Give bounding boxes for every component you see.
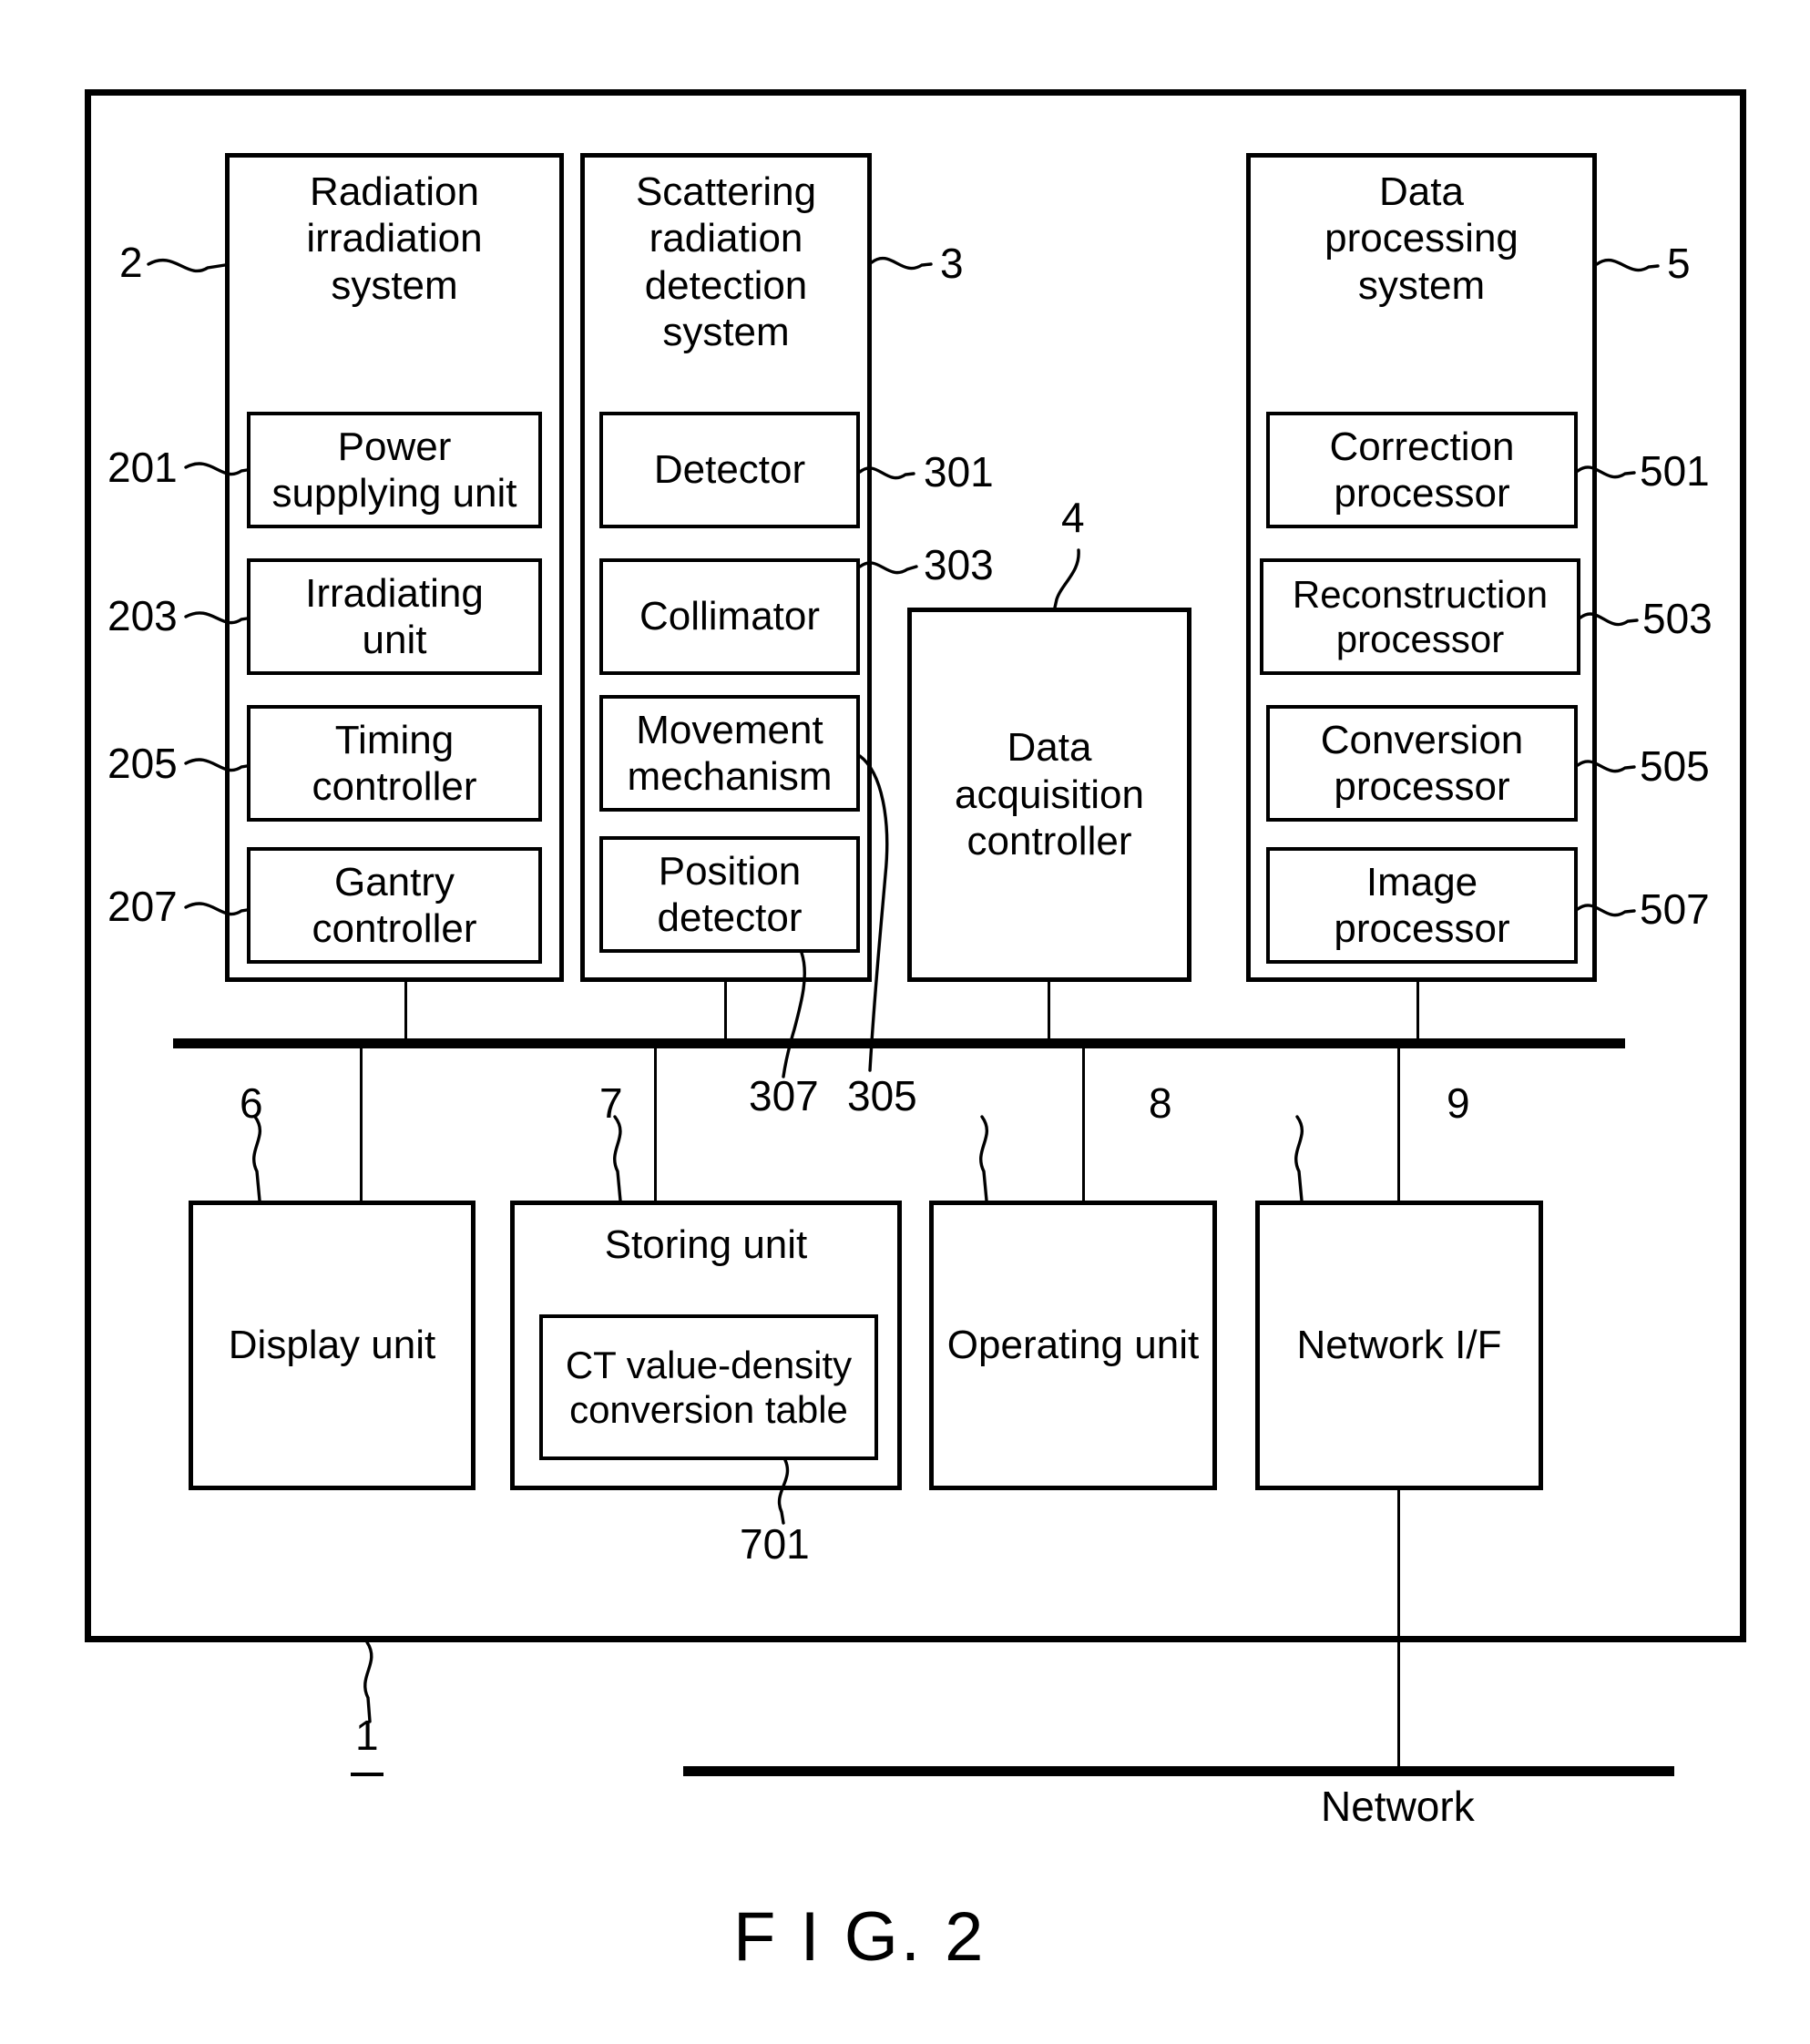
module-reconstruction-processor: Reconstruction processor	[1260, 558, 1580, 675]
figure-caption: F I G. 2	[733, 1898, 987, 1976]
display-unit: Display unit	[189, 1201, 476, 1490]
ref-5: 5	[1667, 240, 1691, 287]
module-correction-processor: Correction processor	[1266, 412, 1578, 528]
ref-201: 201	[107, 444, 178, 491]
module-label: Power supplying unit	[271, 424, 517, 516]
module-collimator: Collimator	[599, 558, 860, 675]
network-label: Network	[1321, 1783, 1475, 1830]
ref-9: 9	[1447, 1079, 1470, 1127]
network-drop-line	[1397, 1490, 1400, 1773]
ref-507: 507	[1640, 885, 1710, 933]
bus-connector-system-2	[404, 982, 407, 1040]
operating-unit: Operating unit	[929, 1201, 1217, 1490]
module-position-detector: Position detector	[599, 836, 860, 953]
module-label: Position detector	[657, 848, 803, 940]
system-bus	[173, 1038, 1625, 1048]
bus-connector-system-3	[724, 982, 727, 1040]
ct-value-density-conversion-table: CT value-density conversion table	[539, 1314, 878, 1460]
ref-501: 501	[1640, 447, 1710, 495]
network-interface: Network I/F	[1255, 1201, 1543, 1490]
ref-2: 2	[119, 239, 143, 286]
bus-connector-display-unit	[360, 1046, 363, 1201]
bus-connector-system-5	[1416, 982, 1419, 1040]
ref-7: 7	[599, 1079, 623, 1127]
bus-connector-network-if	[1397, 1046, 1400, 1201]
module-label: Collimator	[639, 594, 821, 639]
ref-203: 203	[107, 592, 178, 639]
system-title: Scattering radiation detection system	[635, 169, 817, 355]
module-detector: Detector	[599, 412, 860, 528]
module-timing-controller: Timing controller	[247, 705, 542, 822]
block-label: Data acquisition controller	[955, 725, 1144, 864]
block-label: Storing unit	[604, 1222, 808, 1267]
module-label: Image processor	[1334, 859, 1510, 951]
network-bus	[683, 1766, 1674, 1776]
ref-1: 1	[355, 1712, 379, 1759]
module-label: Timing controller	[312, 717, 477, 809]
module-label: Gantry controller	[312, 859, 477, 951]
ref-207: 207	[107, 883, 178, 930]
block-label: Display unit	[228, 1323, 436, 1368]
block-label: Operating unit	[946, 1323, 1200, 1368]
module-label: Correction processor	[1329, 424, 1515, 516]
module-label: Irradiating unit	[305, 570, 484, 662]
module-conversion-processor: Conversion processor	[1266, 705, 1578, 822]
ref-6: 6	[240, 1079, 263, 1127]
data-acquisition-controller: Data acquisition controller	[907, 608, 1191, 982]
table-label: CT value-density conversion table	[565, 1343, 853, 1431]
ref-1-underline	[351, 1773, 383, 1776]
ref-307: 307	[749, 1072, 819, 1119]
ref-503: 503	[1642, 595, 1713, 642]
module-image-processor: Image processor	[1266, 847, 1578, 964]
block-label: Network I/F	[1296, 1323, 1502, 1368]
bus-connector-storing-unit	[654, 1046, 657, 1201]
module-label: Detector	[653, 447, 806, 493]
bus-connector-operating-unit	[1082, 1046, 1085, 1201]
module-label: Conversion processor	[1320, 717, 1524, 809]
ref-305: 305	[847, 1072, 917, 1119]
module-label: Reconstruction processor	[1292, 572, 1549, 660]
ref-505: 505	[1640, 742, 1710, 790]
system-title: Data processing system	[1324, 169, 1519, 308]
ref-8: 8	[1149, 1079, 1172, 1127]
system-title: Radiation irradiation system	[306, 169, 483, 308]
ref-701: 701	[740, 1520, 810, 1568]
ref-303: 303	[924, 541, 994, 588]
module-movement-mechanism: Movement mechanism	[599, 695, 860, 812]
figure-canvas: Radiation irradiation system Power suppl…	[0, 0, 1810, 2044]
module-power-supplying-unit: Power supplying unit	[247, 412, 542, 528]
ref-205: 205	[107, 740, 178, 787]
module-irradiating-unit: Irradiating unit	[247, 558, 542, 675]
bus-connector-block-4	[1048, 982, 1050, 1040]
module-label: Movement mechanism	[627, 707, 833, 799]
module-gantry-controller: Gantry controller	[247, 847, 542, 964]
ref-4: 4	[1061, 494, 1085, 541]
ref-3: 3	[940, 240, 964, 287]
ref-301: 301	[924, 448, 994, 496]
